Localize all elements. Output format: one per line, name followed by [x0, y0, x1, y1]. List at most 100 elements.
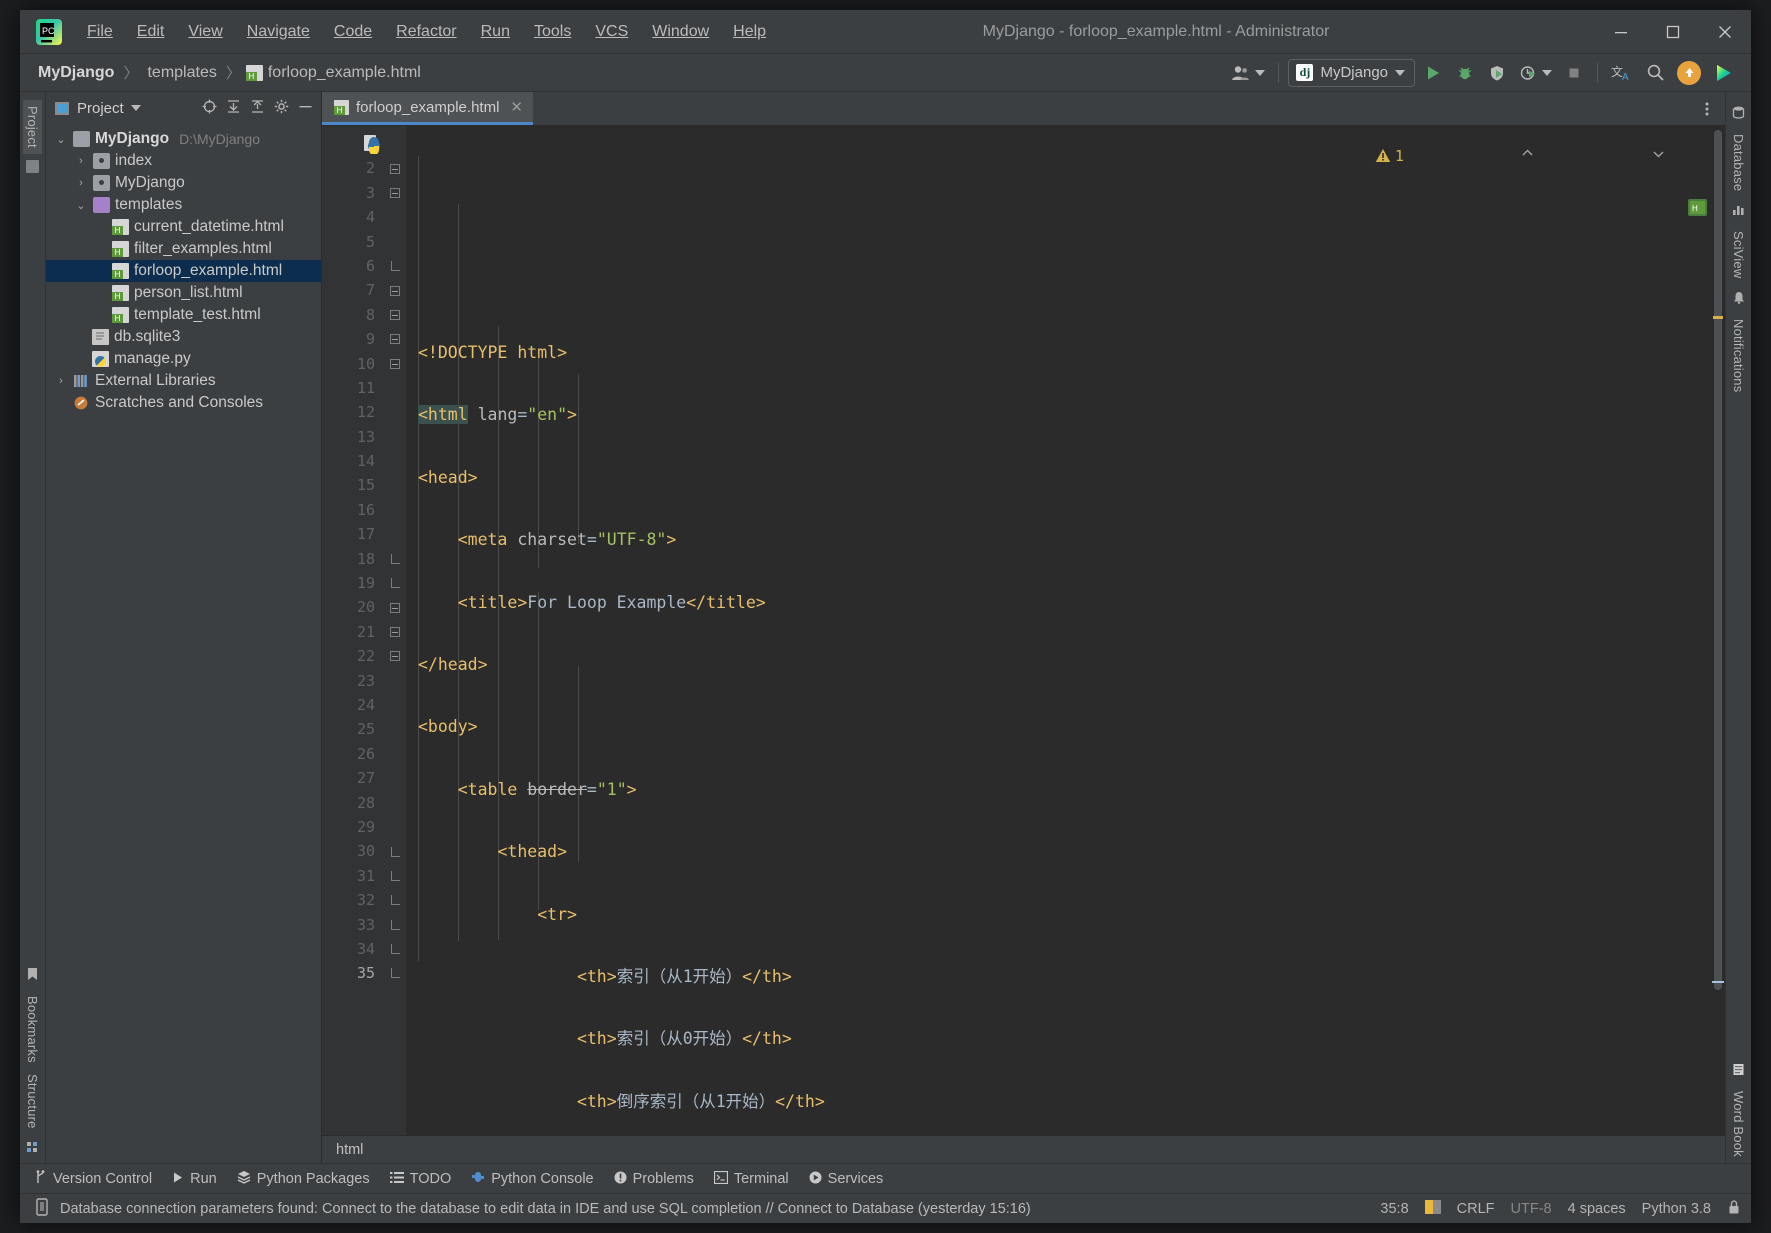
- code-text-area[interactable]: <!DOCTYPE html> <html lang="en"> <head> …: [406, 126, 1711, 1135]
- chevron-right-icon[interactable]: ›: [74, 177, 88, 189]
- caret-position[interactable]: 35:8: [1380, 1201, 1408, 1217]
- toolwindow-services[interactable]: Services: [809, 1171, 883, 1187]
- menu-tools[interactable]: Tools: [523, 19, 582, 45]
- run-with-coverage-button[interactable]: [1483, 59, 1511, 87]
- fold-end-thead[interactable]: [384, 571, 406, 595]
- fold-marker-thead[interactable]: [384, 327, 406, 351]
- editor-tab-forloop-example[interactable]: forloop_example.html ✕: [322, 92, 533, 125]
- close-button[interactable]: [1699, 10, 1751, 54]
- strip-sciview-label[interactable]: SciView: [1729, 225, 1748, 284]
- status-message[interactable]: Database connection parameters found: Co…: [60, 1201, 1031, 1217]
- toolwindow-terminal[interactable]: Terminal: [713, 1170, 789, 1187]
- toolwindow-version-control[interactable]: Version Control: [34, 1170, 152, 1187]
- tree-node-current-datetime[interactable]: current_datetime.html: [46, 216, 321, 238]
- fold-marker-tr[interactable]: [384, 352, 406, 376]
- tree-node-db-sqlite3[interactable]: db.sqlite3: [46, 326, 321, 348]
- editor-breadcrumb-footer[interactable]: html: [322, 1135, 1725, 1163]
- strip-structure-label[interactable]: Structure: [23, 1068, 42, 1135]
- breadcrumb-templates[interactable]: templates: [143, 62, 220, 84]
- chevron-down-icon[interactable]: ⌄: [54, 133, 68, 146]
- strip-project-label[interactable]: Project: [23, 100, 42, 154]
- tree-node-mydjango-root[interactable]: ⌄ MyDjango D:\MyDjango: [46, 128, 321, 150]
- fold-end-tr[interactable]: [384, 547, 406, 571]
- menu-edit[interactable]: Edit: [126, 19, 176, 45]
- tree-node-forloop-example[interactable]: forloop_example.html: [46, 260, 321, 282]
- fold-marker-tbody[interactable]: [384, 595, 406, 619]
- menu-run[interactable]: Run: [470, 19, 521, 45]
- strip-notifications-label[interactable]: Notifications: [1729, 313, 1748, 398]
- browser-preview-bar[interactable]: H: [1548, 178, 1708, 216]
- expand-all-icon[interactable]: [226, 99, 241, 117]
- editor-scrollbar[interactable]: [1711, 126, 1725, 1135]
- tree-node-manage-py[interactable]: manage.py: [46, 348, 321, 370]
- strip-bookmarks-label[interactable]: Bookmarks: [23, 990, 42, 1069]
- menu-navigate[interactable]: Navigate: [236, 19, 321, 45]
- tree-node-index[interactable]: › index: [46, 150, 321, 172]
- menu-refactor[interactable]: Refactor: [385, 19, 467, 45]
- menu-file[interactable]: File: [76, 19, 124, 45]
- tree-node-mydjango-app[interactable]: › MyDjango: [46, 172, 321, 194]
- menu-view[interactable]: View: [177, 19, 233, 45]
- close-icon[interactable]: ✕: [510, 98, 523, 116]
- previous-problem-icon[interactable]: [1412, 132, 1535, 179]
- fold-end-table[interactable]: [384, 913, 406, 937]
- code-folding-column[interactable]: [384, 126, 406, 1135]
- run-configuration-selector[interactable]: dj MyDjango: [1288, 58, 1415, 87]
- commit-icon[interactable]: [26, 159, 39, 176]
- fold-end-body[interactable]: [384, 937, 406, 961]
- debug-button[interactable]: [1451, 59, 1479, 87]
- warning-triangle-icon[interactable]: 1: [1375, 147, 1404, 165]
- fold-marker-head[interactable]: [384, 181, 406, 205]
- locate-icon[interactable]: [202, 99, 217, 117]
- edge-icon[interactable]: [1638, 178, 1659, 199]
- profile-button[interactable]: [1515, 59, 1556, 87]
- toolwindow-problems[interactable]: Problems: [614, 1171, 694, 1187]
- fold-end-tbody[interactable]: [384, 888, 406, 912]
- scrollbar-thumb[interactable]: [1714, 130, 1722, 990]
- fold-end-html[interactable]: [384, 961, 406, 985]
- update-icon[interactable]: [1673, 59, 1705, 87]
- breadcrumb-project[interactable]: MyDjango: [34, 62, 118, 84]
- project-tree[interactable]: ⌄ MyDjango D:\MyDjango › index › MyDjang…: [46, 124, 321, 1163]
- tree-node-external-libraries[interactable]: › External Libraries: [46, 370, 321, 392]
- toolwindow-python-packages[interactable]: Python Packages: [237, 1170, 370, 1187]
- chevron-right-icon[interactable]: ›: [54, 375, 68, 387]
- menu-window[interactable]: Window: [641, 19, 720, 45]
- strip-database-label[interactable]: Database: [1729, 128, 1748, 197]
- run-file-icon[interactable]: [362, 134, 382, 155]
- fold-marker-for[interactable]: [384, 620, 406, 644]
- menu-code[interactable]: Code: [323, 19, 383, 45]
- gear-icon[interactable]: [274, 99, 289, 117]
- chevron-down-icon[interactable]: ⌄: [74, 199, 88, 212]
- toolwindow-run[interactable]: Run: [172, 1171, 217, 1187]
- tree-node-filter-examples[interactable]: filter_examples.html: [46, 238, 321, 260]
- toolwindow-python-console[interactable]: Python Console: [471, 1170, 594, 1187]
- tree-node-templates[interactable]: ⌄ templates: [46, 194, 321, 216]
- db-notice-icon[interactable]: [34, 1197, 50, 1220]
- menu-vcs[interactable]: VCS: [584, 19, 639, 45]
- fold-marker-body[interactable]: [384, 278, 406, 302]
- fold-end-head[interactable]: [384, 254, 406, 278]
- warning-stripe-mark[interactable]: [1713, 316, 1723, 319]
- stop-button[interactable]: [1560, 59, 1588, 87]
- tree-node-person-list[interactable]: person_list.html: [46, 282, 321, 304]
- run-button[interactable]: [1419, 59, 1447, 87]
- fold-marker-tr2[interactable]: [384, 644, 406, 668]
- chevron-down-icon[interactable]: [130, 105, 141, 111]
- fold-end-tr2[interactable]: [384, 839, 406, 863]
- fold-marker-table[interactable]: [384, 303, 406, 327]
- menu-bar[interactable]: File Edit View Navigate Code Refactor Ru…: [76, 19, 777, 45]
- line-separator[interactable]: CRLF: [1457, 1201, 1495, 1217]
- lock-icon[interactable]: [1727, 1199, 1741, 1219]
- user-icon[interactable]: [1227, 59, 1269, 87]
- ai-assistant-icon[interactable]: [1709, 59, 1739, 87]
- breadcrumb-file[interactable]: forloop_example.html: [268, 62, 425, 84]
- tree-node-scratches[interactable]: Scratches and Consoles: [46, 392, 321, 414]
- python-interpreter[interactable]: Python 3.8: [1642, 1201, 1711, 1217]
- strip-wordbook-label[interactable]: Word Book: [1729, 1085, 1748, 1163]
- collapse-all-icon[interactable]: [250, 99, 265, 117]
- translate-icon[interactable]: 文 A: [1607, 59, 1637, 87]
- ide-preview-icon[interactable]: H: [1548, 178, 1708, 216]
- next-problem-icon[interactable]: [1542, 132, 1665, 179]
- inspection-widget[interactable]: 1: [1375, 132, 1665, 179]
